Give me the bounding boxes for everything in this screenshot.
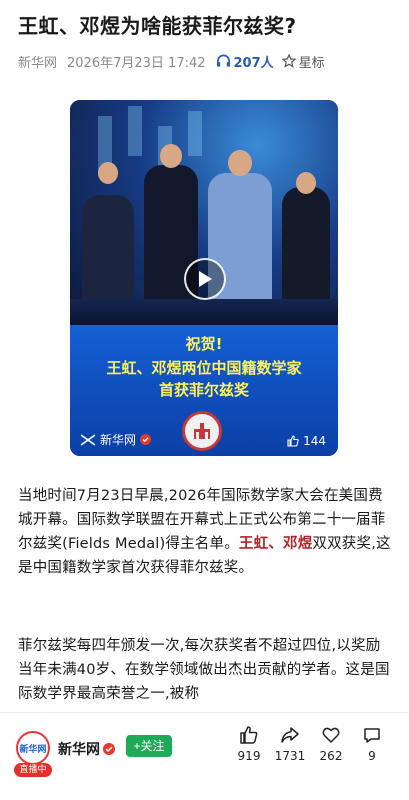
verified-badge-icon (140, 434, 152, 445)
article-paragraph: 当地时间7月23日早晨,2026年国际数学家大会在美国费城开幕。国际数学联盟在开… (18, 484, 394, 580)
video-player[interactable]: 祝贺! 王虹、邓煜两位中国籍数学家 首获菲尔兹奖 新华网 144 (70, 100, 338, 456)
favorite-count: 262 (319, 749, 343, 763)
bookmark-label: 星标 (298, 55, 325, 71)
source-label[interactable]: 新华网 (18, 52, 57, 71)
live-badge[interactable]: 直播中 (14, 763, 52, 777)
play-icon (199, 271, 212, 287)
video-thumbnail (70, 100, 338, 325)
share-icon (281, 727, 299, 743)
article-title: 王虹、邓煜为啥能获菲尔兹奖? (18, 14, 297, 38)
video-banner: 祝贺! 王虹、邓煜两位中国籍数学家 首获菲尔兹奖 新华网 144 (70, 325, 338, 456)
xinhua-logo-icon (80, 433, 96, 446)
listen-count[interactable]: 207人 (216, 52, 274, 71)
comment-count: 9 (368, 749, 376, 763)
play-button[interactable] (184, 258, 226, 300)
video-channel[interactable]: 新华网 (80, 431, 152, 448)
comment-button[interactable]: 9 (352, 725, 392, 763)
avatar-text: 新华网 (19, 744, 47, 755)
bookmark-button[interactable]: 星标 (281, 52, 325, 71)
video-channel-name: 新华网 (100, 433, 137, 447)
emblem-icon (182, 411, 222, 451)
banner-line-2: 王虹、邓煜两位中国籍数学家 (106, 359, 302, 377)
paragraph-text: 菲尔兹奖每四年颁发一次,每次获奖者不超过四位,以奖励当年未满40岁、在数学领域做… (18, 638, 390, 702)
person-head (296, 172, 316, 194)
publish-time: 2026年7月23日 17:42 (67, 55, 206, 71)
person-figure (282, 187, 330, 305)
verified-badge-icon (103, 743, 115, 755)
thumbs-up-icon (240, 726, 258, 744)
person-figure (82, 195, 134, 305)
share-button[interactable]: 1731 (270, 725, 310, 763)
favorite-button[interactable]: 262 (311, 725, 351, 763)
highlight-names: 王虹、邓煜 (238, 536, 313, 552)
video-likes[interactable]: 144 (287, 434, 326, 448)
person-head (228, 150, 252, 176)
stage-floor (70, 299, 338, 325)
like-count: 919 (237, 749, 261, 763)
follow-button[interactable]: +关注 (126, 735, 172, 757)
person-head (98, 162, 118, 184)
article-paragraph: 菲尔兹奖每四年颁发一次,每次获奖者不超过四位,以奖励当年未满40岁、在数学领域做… (18, 634, 394, 706)
video-likes-count: 144 (303, 434, 326, 448)
account-name-text: 新华网 (58, 742, 100, 758)
heart-icon (322, 727, 340, 743)
listen-count-value: 207人 (233, 55, 274, 71)
bottom-action-bar: 新华网 直播中 新华网 +关注 919 1731 262 9 (0, 712, 409, 800)
star-icon (281, 54, 296, 68)
share-count: 1731 (274, 749, 306, 763)
article-meta: 新华网 2026年7月23日 17:42 207人 星标 (18, 52, 398, 71)
like-button[interactable]: 919 (229, 725, 269, 763)
account-name[interactable]: 新华网 (58, 739, 115, 759)
person-head (160, 144, 182, 168)
banner-line-3: 首获菲尔兹奖 (158, 381, 249, 399)
headphones-icon (216, 54, 230, 67)
comment-icon (364, 728, 380, 743)
banner-line-1: 祝贺! (185, 335, 223, 353)
avatar[interactable]: 新华网 (16, 731, 50, 765)
thumbs-up-icon (287, 435, 299, 447)
